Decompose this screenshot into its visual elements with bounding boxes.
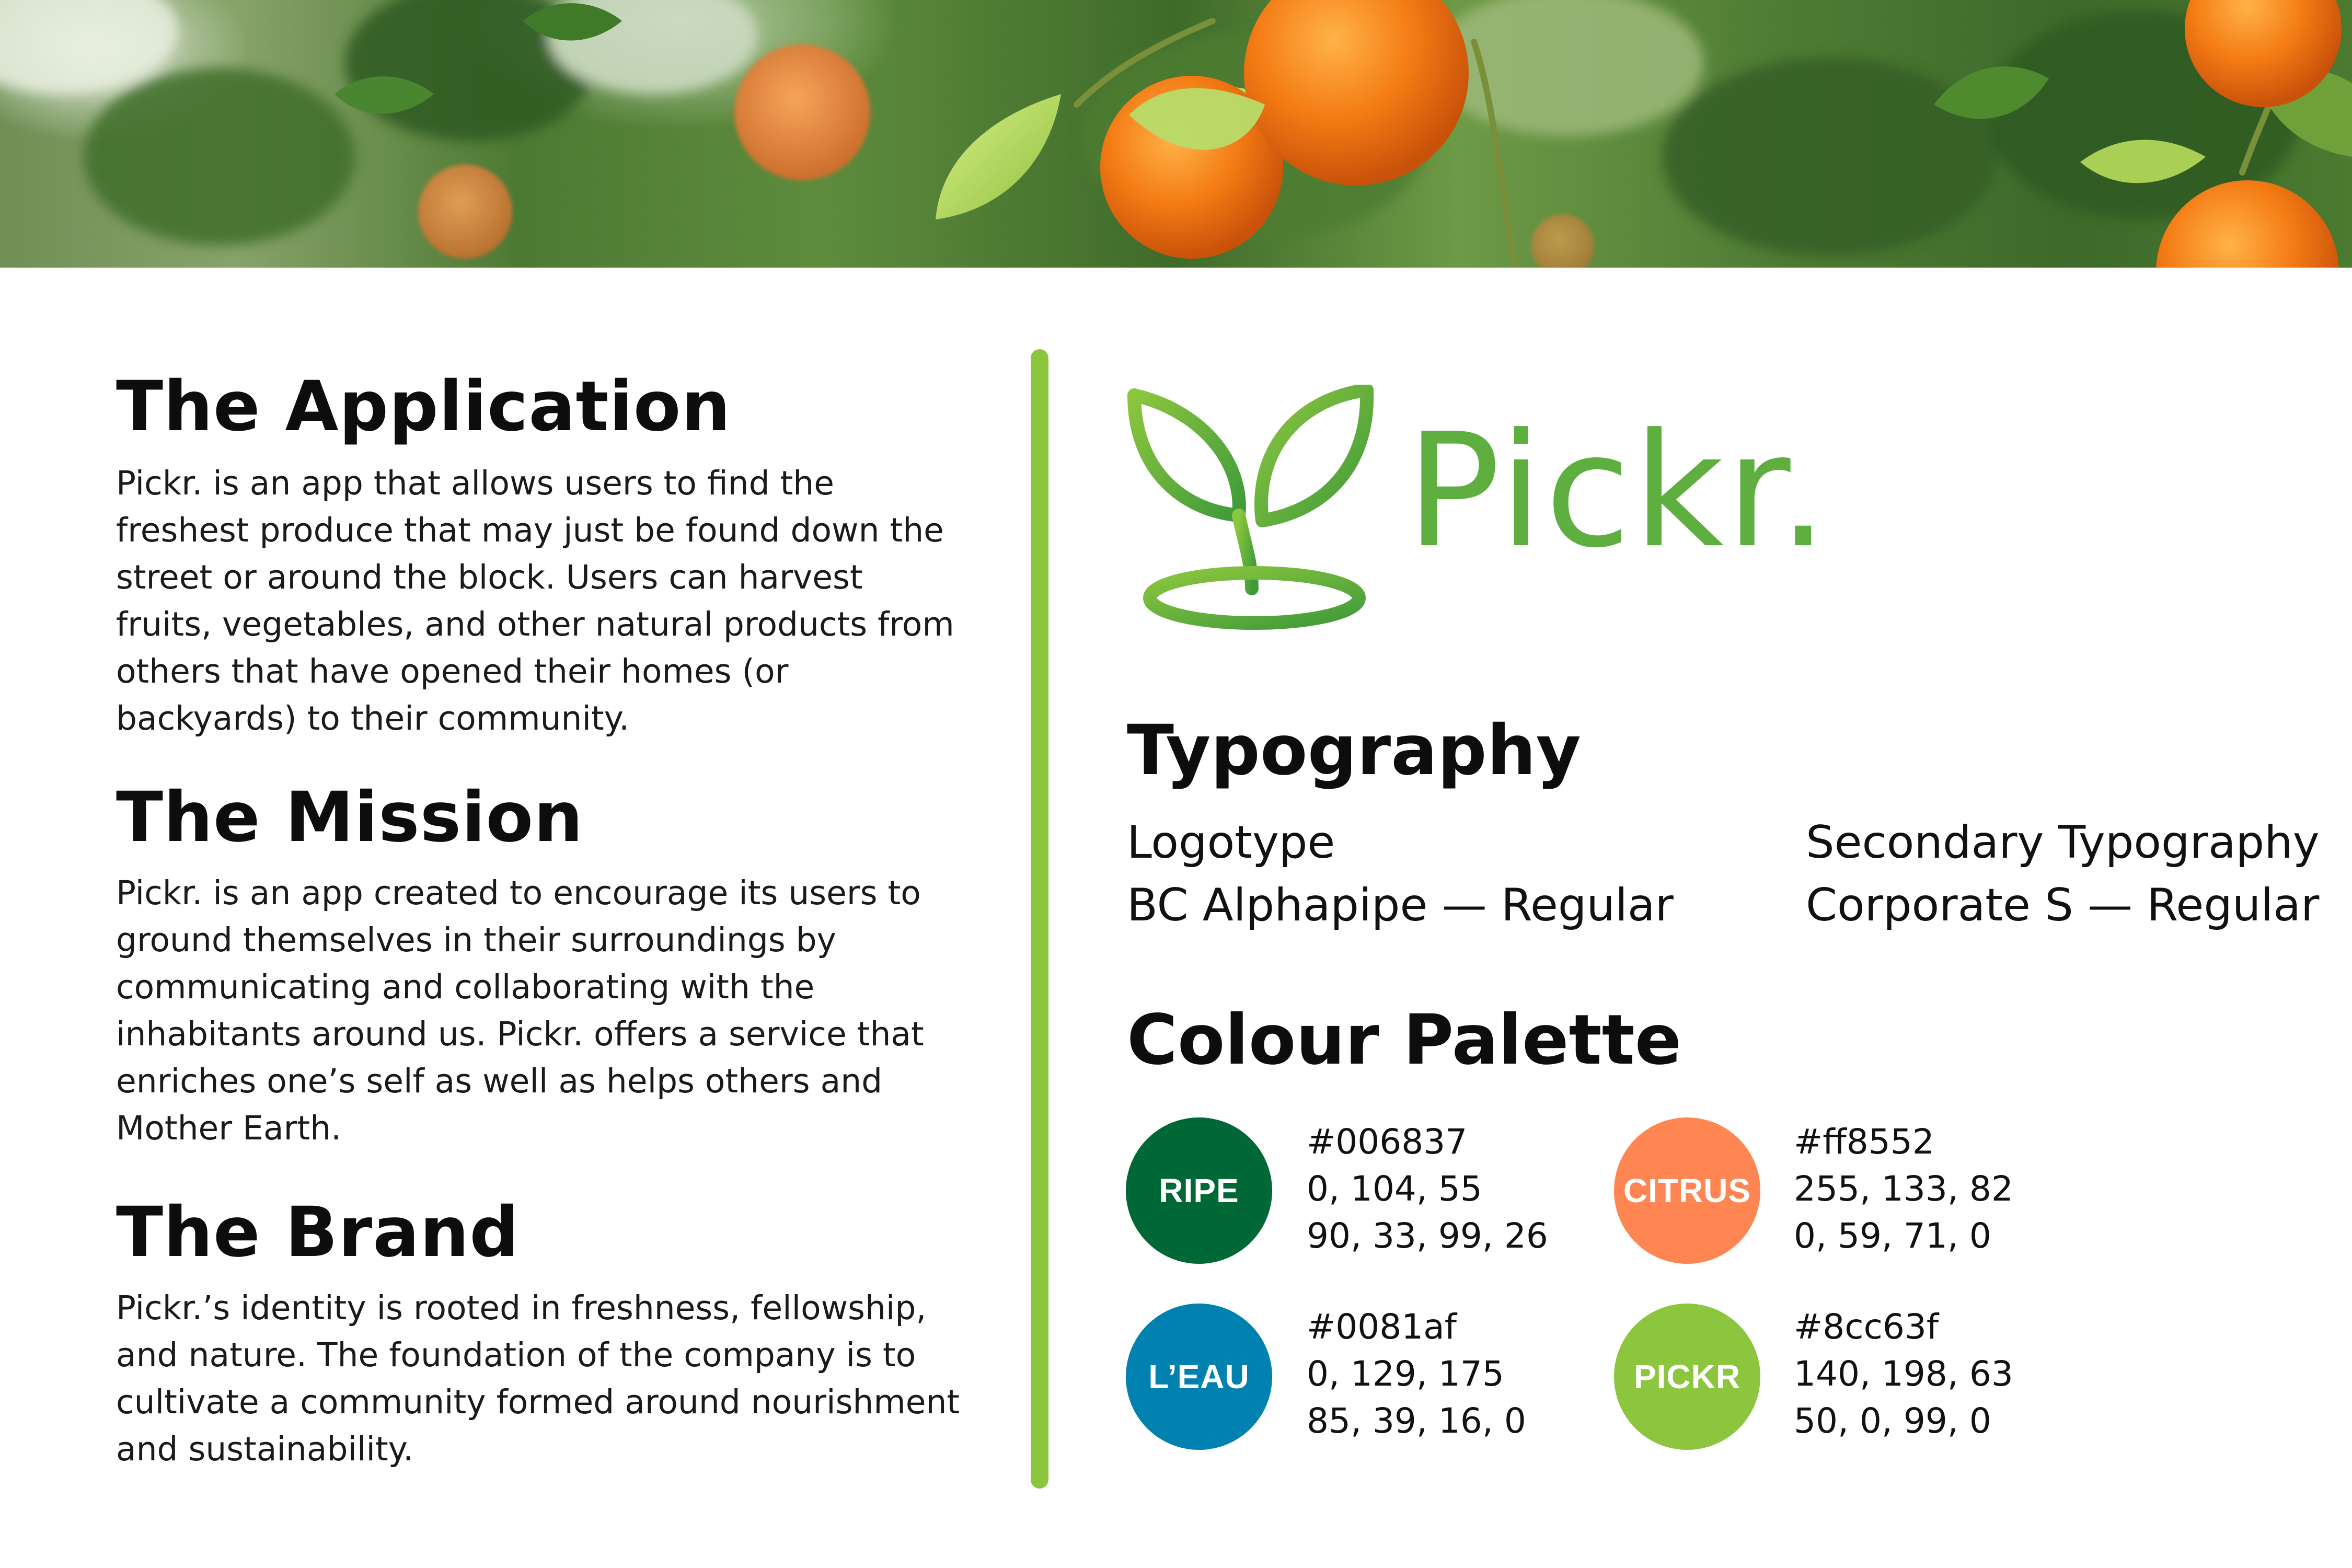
swatch-leau-values: #0081af 0, 129, 175 85, 39, 16, 0: [1307, 1304, 1526, 1445]
primary-typography-font: BC Alphapipe — Regular: [1127, 879, 1674, 931]
swatch-leau-rgb: 0, 129, 175: [1307, 1354, 1504, 1394]
swatch-ripe-hex: #006837: [1307, 1122, 1468, 1162]
swatch-pickr-cmyk: 50, 0, 99, 0: [1794, 1401, 1991, 1441]
swatch-pickr: PICKR: [1614, 1304, 1760, 1450]
column-divider: [1031, 349, 1048, 1489]
colour-palette-title: Colour Palette: [1127, 1000, 1682, 1080]
swatch-pickr-label: PICKR: [1633, 1358, 1741, 1396]
swatch-pickr-hex: #8cc63f: [1794, 1307, 1939, 1347]
logo-wordmark: Pickr.: [1406, 400, 1830, 582]
brand-body: Pickr.’s identity is rooted in freshness…: [116, 1289, 960, 1468]
swatch-leau: L’EAU: [1126, 1304, 1272, 1450]
swatch-ripe-rgb: 0, 104, 55: [1307, 1169, 1482, 1209]
hero-banner-photo: [0, 0, 2352, 268]
swatch-ripe-values: #006837 0, 104, 55 90, 33, 99, 26: [1307, 1119, 1548, 1260]
secondary-typography-font: Corporate S — Regular: [1806, 879, 2320, 931]
mission-title: The Mission: [116, 777, 584, 858]
secondary-typography-label: Secondary Typography: [1806, 816, 2320, 869]
brand-title: The Brand: [116, 1192, 520, 1273]
swatch-citrus-label: CITRUS: [1623, 1172, 1751, 1209]
application-title: The Application: [116, 366, 731, 447]
primary-typography: Logotype BC Alphapipe — Regular: [1127, 811, 1674, 937]
sprout-icon: [1127, 385, 1374, 630]
mission-body: Pickr. is an app created to encourage it…: [116, 874, 924, 1147]
swatch-citrus-cmyk: 0, 59, 71, 0: [1794, 1216, 1991, 1256]
primary-typography-label: Logotype: [1127, 816, 1335, 869]
typography-title: Typography: [1127, 710, 1581, 791]
orange-tree-photo: [0, 0, 2352, 268]
swatch-ripe: RIPE: [1126, 1117, 1272, 1264]
swatch-pickr-rgb: 140, 198, 63: [1794, 1354, 2013, 1394]
swatch-citrus-values: #ff8552 255, 133, 82 0, 59, 71, 0: [1794, 1119, 2013, 1260]
application-body: Pickr. is an app that allows users to fi…: [116, 464, 954, 737]
swatch-leau-label: L’EAU: [1148, 1358, 1250, 1396]
swatch-ripe-cmyk: 90, 33, 99, 26: [1307, 1216, 1548, 1256]
swatch-citrus: CITRUS: [1614, 1117, 1760, 1264]
swatch-citrus-rgb: 255, 133, 82: [1794, 1169, 2013, 1209]
secondary-typography: Secondary Typography Corporate S — Regul…: [1806, 811, 2320, 937]
swatch-leau-cmyk: 85, 39, 16, 0: [1307, 1401, 1526, 1441]
swatch-leau-hex: #0081af: [1307, 1307, 1457, 1347]
swatch-citrus-hex: #ff8552: [1794, 1122, 1934, 1162]
swatch-ripe-label: RIPE: [1159, 1172, 1239, 1209]
swatch-pickr-values: #8cc63f 140, 198, 63 50, 0, 99, 0: [1794, 1304, 2013, 1445]
